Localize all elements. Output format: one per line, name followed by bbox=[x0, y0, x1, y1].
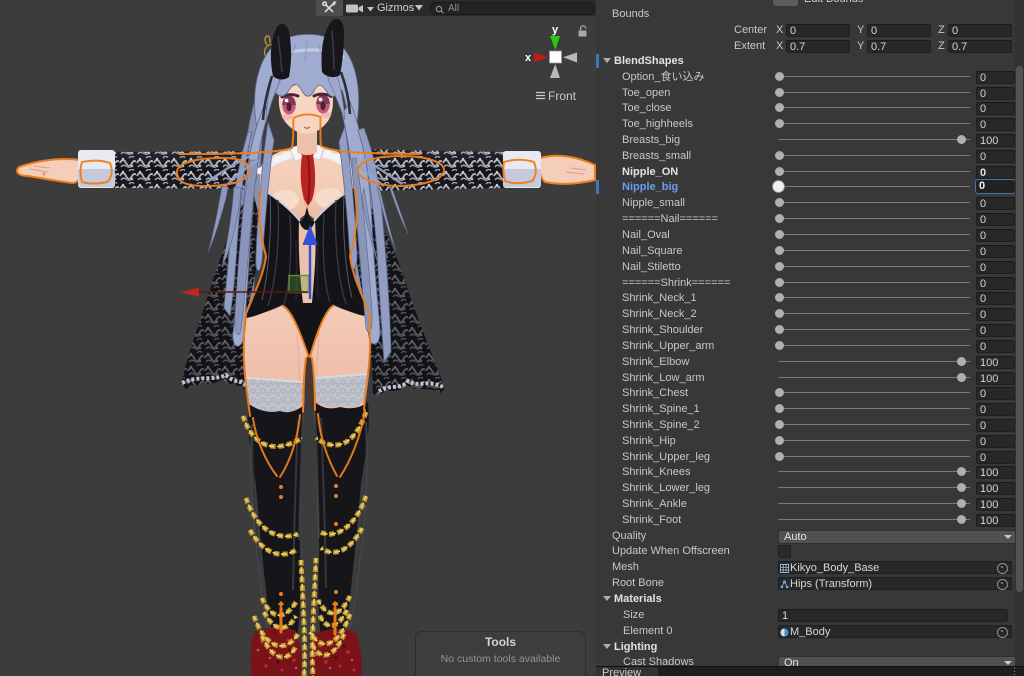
svg-text:x: x bbox=[525, 52, 532, 64]
svg-text:y: y bbox=[552, 24, 559, 36]
svg-text:Front: Front bbox=[548, 89, 577, 103]
